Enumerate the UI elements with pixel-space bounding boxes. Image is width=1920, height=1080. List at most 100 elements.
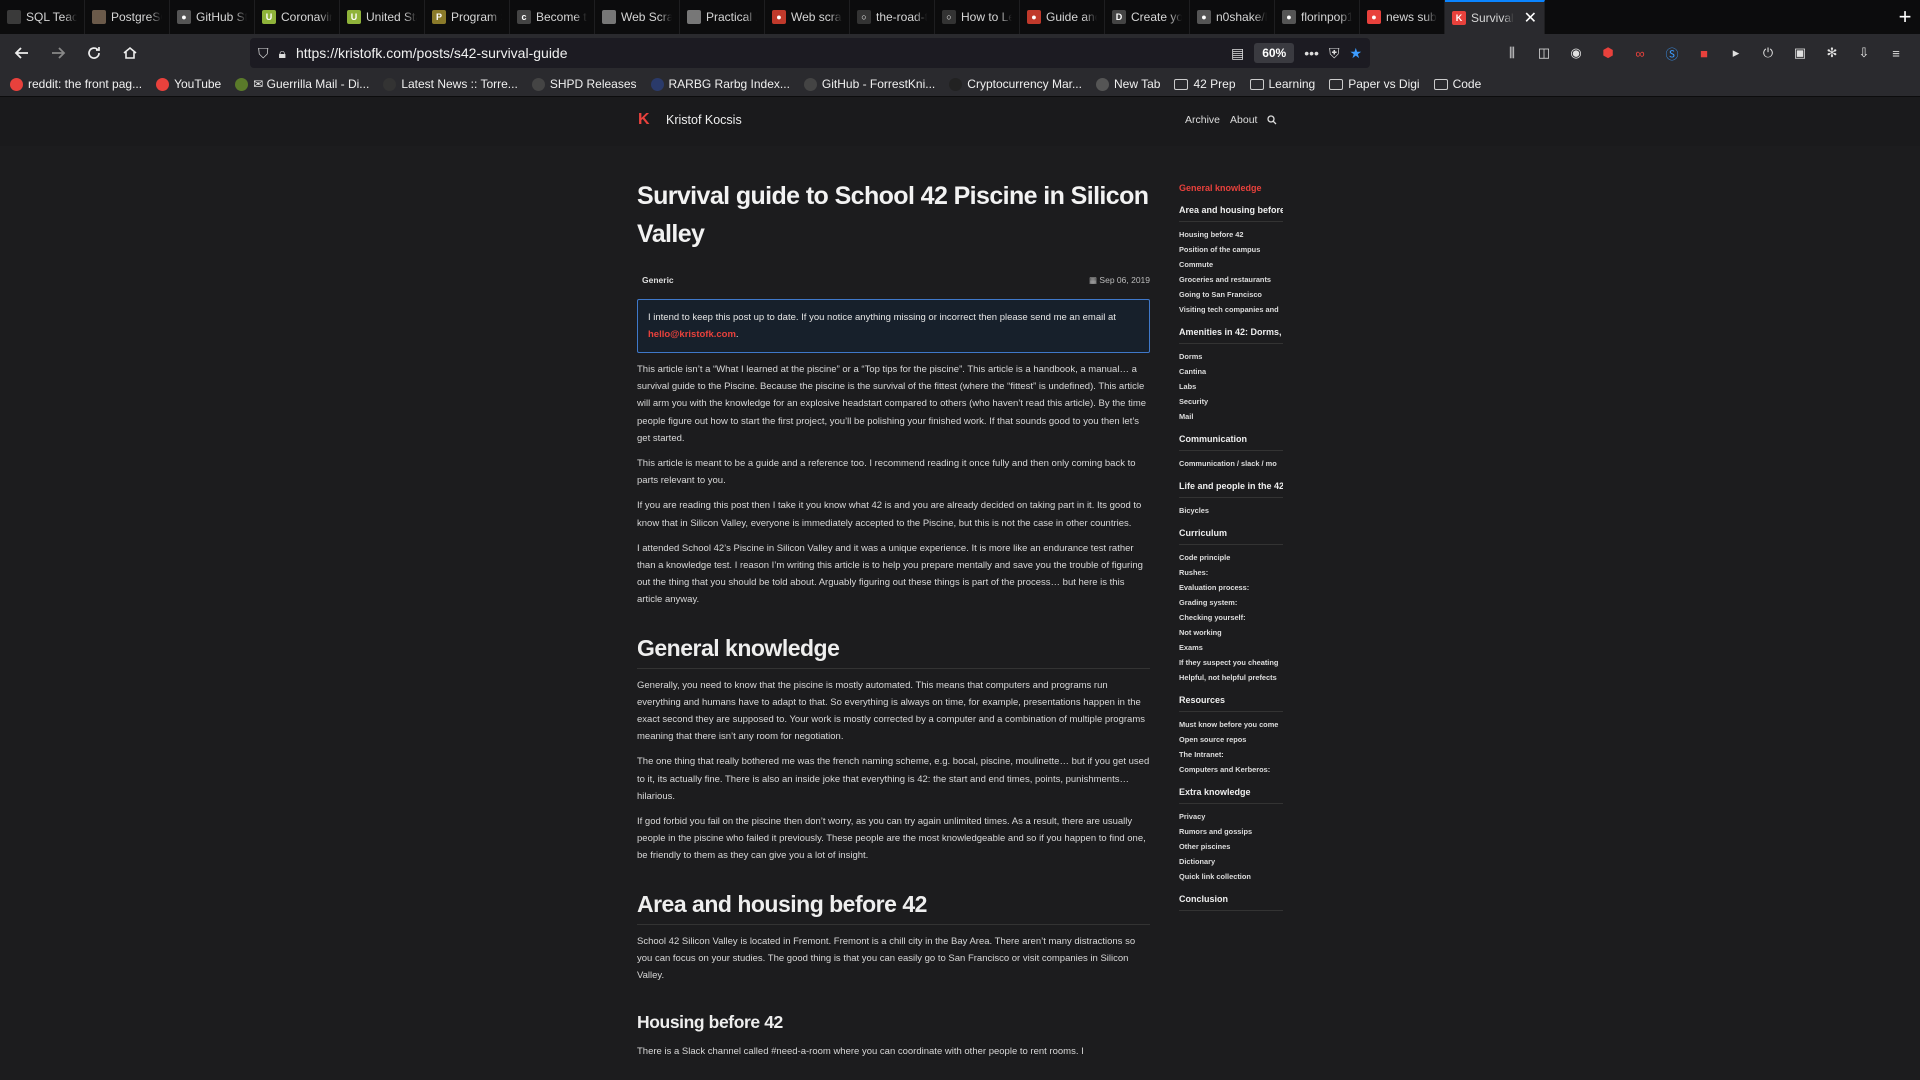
toc-item-link[interactable]: Dorms bbox=[1179, 349, 1283, 364]
extension-s-icon[interactable]: Ⓢ bbox=[1662, 43, 1682, 63]
browser-tab[interactable]: c Become the bbox=[510, 0, 595, 34]
browser-tab[interactable]: SQL Teaching - bbox=[0, 0, 85, 34]
bookmark-item[interactable]: Cryptocurrency Mar... bbox=[949, 77, 1082, 91]
browser-tab[interactable]: P Program St bbox=[425, 0, 510, 34]
toc-item-link[interactable]: Must know before you come bbox=[1179, 717, 1283, 732]
new-tab-button[interactable]: + bbox=[1890, 0, 1920, 34]
bookmark-item[interactable]: RARBG Rarbg Index... bbox=[650, 77, 790, 91]
account-icon[interactable]: ◉ bbox=[1566, 43, 1586, 63]
toc-item-link[interactable]: Quick link collection bbox=[1179, 869, 1283, 884]
browser-tab[interactable]: U United Stat bbox=[340, 0, 425, 34]
shield-icon[interactable]: ⛉ bbox=[258, 45, 269, 62]
bookmark-item[interactable]: ✉ Guerrilla Mail - Di... bbox=[235, 77, 369, 91]
reader-view-icon[interactable]: ▤ bbox=[1231, 45, 1244, 62]
pocket-icon[interactable]: ⛨ bbox=[1329, 45, 1340, 62]
toc-item-link[interactable]: Checking yourself: bbox=[1179, 610, 1283, 625]
nav-about-link[interactable]: About bbox=[1230, 114, 1257, 126]
toc-item-link[interactable]: The Intranet: bbox=[1179, 747, 1283, 762]
browser-tab[interactable]: U Coronavirus bbox=[255, 0, 340, 34]
menu-icon[interactable]: ≡ bbox=[1886, 43, 1906, 63]
sidebar-icon[interactable]: ◫ bbox=[1534, 43, 1554, 63]
browser-tab[interactable]: PostgreSQL bbox=[85, 0, 170, 34]
url-text[interactable]: https://kristofk.com/posts/s42-survival-… bbox=[296, 45, 1221, 61]
url-bar[interactable]: ⛉ 🔒︎ https://kristofk.com/posts/s42-surv… bbox=[250, 38, 1370, 68]
toc-item-link[interactable]: Commute bbox=[1179, 257, 1283, 272]
toc-item-link[interactable]: Exams bbox=[1179, 640, 1283, 655]
toc-item-link[interactable]: Other piscines bbox=[1179, 839, 1283, 854]
extension-glasses-icon[interactable]: ∞ bbox=[1630, 43, 1650, 63]
bookmark-item[interactable]: YouTube bbox=[156, 77, 221, 91]
home-button[interactable] bbox=[114, 37, 146, 69]
toc-section-link[interactable]: Communication bbox=[1179, 428, 1283, 451]
tab-active[interactable]: K Survival ✕ bbox=[1445, 0, 1545, 34]
toc-section-link[interactable]: Area and housing before 42 bbox=[1179, 199, 1283, 222]
toc-item-link[interactable]: Evaluation process: bbox=[1179, 580, 1283, 595]
toc-section-link[interactable]: Curriculum bbox=[1179, 522, 1283, 545]
toc-item-link[interactable]: Communication / slack / mo bbox=[1179, 456, 1283, 471]
toc-item-link[interactable]: Security bbox=[1179, 394, 1283, 409]
bookmark-item[interactable]: Latest News :: Torre... bbox=[383, 77, 518, 91]
toc-item-link[interactable]: Dictionary bbox=[1179, 854, 1283, 869]
browser-tab[interactable]: ● news subre bbox=[1360, 0, 1445, 34]
toc-item-link[interactable]: Rushes: bbox=[1179, 565, 1283, 580]
toc-item-link[interactable]: Groceries and restaurants bbox=[1179, 272, 1283, 287]
browser-tab[interactable]: Web Scrapi bbox=[595, 0, 680, 34]
browser-tab[interactable]: ● florinpop17/ bbox=[1275, 0, 1360, 34]
zoom-level-badge[interactable]: 60% bbox=[1254, 43, 1295, 63]
toc-item-link[interactable]: Grading system: bbox=[1179, 595, 1283, 610]
toc-section-link[interactable]: Resources bbox=[1179, 689, 1283, 712]
ublock-icon[interactable]: ⬢ bbox=[1598, 43, 1618, 63]
extension-box-icon[interactable]: ▣ bbox=[1790, 43, 1810, 63]
power-icon[interactable]: ⏻ bbox=[1758, 43, 1778, 63]
toc-item-link[interactable]: Not working bbox=[1179, 625, 1283, 640]
toc-section-link[interactable]: General knowledge bbox=[1179, 177, 1283, 199]
bookmark-item[interactable]: New Tab bbox=[1095, 77, 1160, 91]
browser-tab[interactable]: ● Web scrapir bbox=[765, 0, 850, 34]
toc-item-link[interactable]: Going to San Francisco bbox=[1179, 287, 1283, 302]
bookmark-item[interactable]: reddit: the front pag... bbox=[10, 77, 142, 91]
toc-item-link[interactable]: Computers and Kerberos: bbox=[1179, 762, 1283, 777]
toc-item-link[interactable]: Housing before 42 bbox=[1179, 227, 1283, 242]
toc-item-link[interactable]: Labs bbox=[1179, 379, 1283, 394]
nav-archive-link[interactable]: Archive bbox=[1185, 114, 1220, 126]
extension-gear-icon[interactable]: ✻ bbox=[1822, 43, 1842, 63]
reload-button[interactable] bbox=[78, 37, 110, 69]
forward-button[interactable] bbox=[42, 37, 74, 69]
toc-section-link[interactable]: Extra knowledge bbox=[1179, 781, 1283, 804]
toc-item-link[interactable]: If they suspect you cheating bbox=[1179, 655, 1283, 670]
bookmark-item[interactable]: SHPD Releases bbox=[531, 77, 637, 91]
browser-tab[interactable]: Practical XF bbox=[680, 0, 765, 34]
lock-icon[interactable]: 🔒︎ bbox=[279, 45, 286, 62]
toc-item-link[interactable]: Position of the campus bbox=[1179, 242, 1283, 257]
toc-item-link[interactable]: Rumors and gossips bbox=[1179, 824, 1283, 839]
close-tab-icon[interactable]: ✕ bbox=[1524, 8, 1537, 28]
toc-section-link[interactable]: Amenities in 42: Dorms, bbox=[1179, 321, 1283, 344]
toc-section-link[interactable]: Conclusion bbox=[1179, 888, 1283, 911]
browser-tab[interactable]: D Create your bbox=[1105, 0, 1190, 34]
bookmark-folder[interactable]: Learning bbox=[1249, 77, 1315, 91]
bookmark-folder[interactable]: 42 Prep bbox=[1174, 77, 1236, 91]
toc-section-link[interactable]: Life and people in the 42 bbox=[1179, 475, 1283, 498]
browser-tab[interactable]: ○ the-road-to bbox=[850, 0, 935, 34]
toc-item-link[interactable]: Privacy bbox=[1179, 809, 1283, 824]
back-button[interactable] bbox=[6, 37, 38, 69]
toc-item-link[interactable]: Open source repos bbox=[1179, 732, 1283, 747]
extension-red-s-icon[interactable]: ■ bbox=[1694, 43, 1714, 63]
search-icon[interactable] bbox=[1267, 115, 1277, 125]
toc-item-link[interactable]: Visiting tech companies and bbox=[1179, 302, 1283, 317]
toc-item-link[interactable]: Mail bbox=[1179, 409, 1283, 424]
email-link[interactable]: hello@kristofk.com bbox=[648, 329, 736, 340]
bookmark-folder[interactable]: Code bbox=[1433, 77, 1481, 91]
toc-item-link[interactable]: Code principle bbox=[1179, 550, 1283, 565]
browser-tab[interactable]: ● Guide and C bbox=[1020, 0, 1105, 34]
bookmark-item[interactable]: GitHub - ForrestKni... bbox=[803, 77, 935, 91]
bookmark-folder[interactable]: Paper vs Digi bbox=[1329, 77, 1420, 91]
toc-item-link[interactable]: Bicycles bbox=[1179, 503, 1283, 518]
browser-tab[interactable]: ● n0shake/Pu bbox=[1190, 0, 1275, 34]
toc-item-link[interactable]: Cantina bbox=[1179, 364, 1283, 379]
bookmark-star-icon[interactable]: ★ bbox=[1349, 45, 1362, 62]
category-tag[interactable]: Generic bbox=[642, 275, 674, 286]
extension-download-icon[interactable]: ⇩ bbox=[1854, 43, 1874, 63]
library-icon[interactable]: ⫼ bbox=[1502, 43, 1522, 63]
extension-play-icon[interactable]: ▸ bbox=[1726, 43, 1746, 63]
